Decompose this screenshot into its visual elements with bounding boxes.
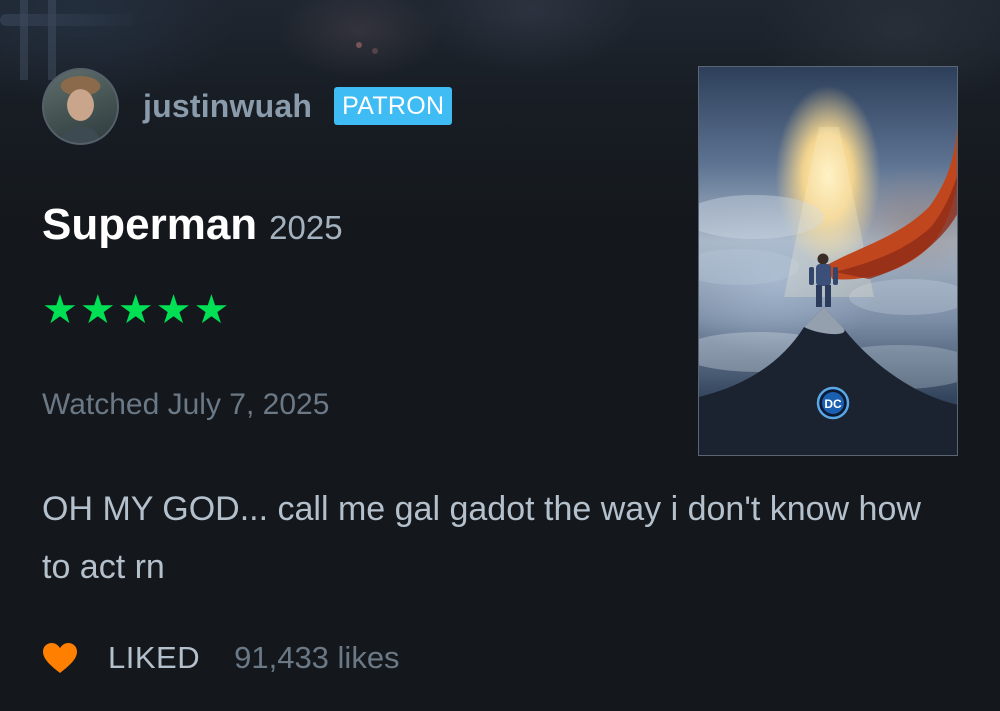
- username[interactable]: justinwuah: [143, 88, 312, 125]
- like-row: LIKED 91,433 likes: [42, 636, 400, 680]
- film-heading: Superman 2025: [42, 200, 343, 250]
- star-icon: ★: [193, 287, 230, 333]
- patron-badge: PATRON: [334, 87, 453, 125]
- dc-logo: DC: [824, 397, 842, 411]
- star-rating: ★ ★ ★ ★ ★: [42, 290, 229, 330]
- star-icon: ★: [79, 287, 116, 333]
- backdrop-detail: [372, 48, 378, 54]
- star-icon: ★: [155, 287, 192, 333]
- film-year[interactable]: 2025: [269, 209, 342, 247]
- backdrop-detail: [356, 42, 362, 48]
- likes-count[interactable]: 91,433 likes: [234, 640, 399, 676]
- liked-label: LIKED: [108, 640, 201, 675]
- review-author: justinwuah PATRON: [42, 67, 453, 145]
- heart-icon[interactable]: [42, 642, 78, 674]
- watched-date: Watched July 7, 2025: [42, 388, 330, 421]
- backdrop-detail: [20, 0, 28, 80]
- film-title[interactable]: Superman: [42, 200, 257, 250]
- film-poster[interactable]: DC: [698, 66, 958, 456]
- star-icon: ★: [42, 287, 78, 333]
- poster-artwork: DC: [699, 127, 957, 455]
- avatar[interactable]: [42, 67, 119, 145]
- review-text: OH MY GOD... call me gal gadot the way i…: [42, 490, 921, 586]
- star-icon: ★: [117, 287, 154, 333]
- backdrop-detail: [0, 14, 135, 26]
